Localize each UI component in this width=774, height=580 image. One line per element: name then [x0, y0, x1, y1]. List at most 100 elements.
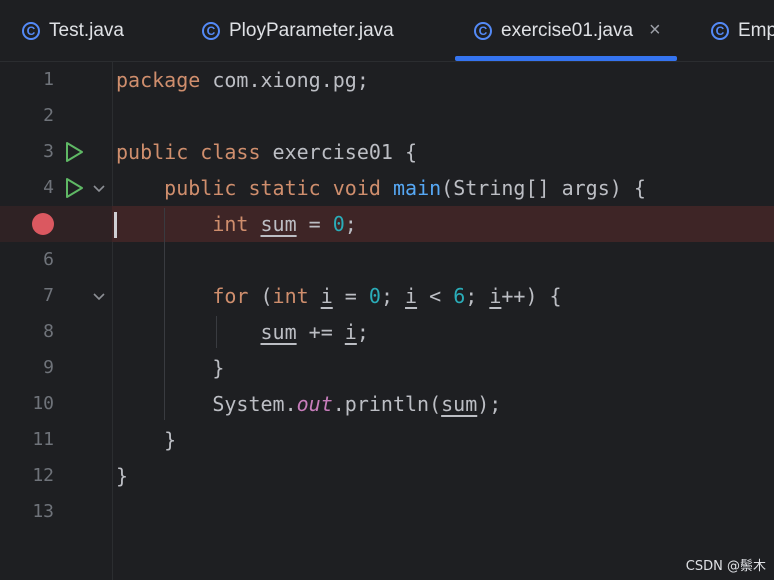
indent-guide: [164, 208, 165, 420]
line-number: 2: [43, 105, 54, 126]
code-line[interactable]: 2: [0, 98, 774, 134]
line-gutter[interactable]: 2: [0, 98, 112, 134]
fold-chevron-icon[interactable]: [92, 182, 106, 196]
variable-token: sum: [260, 212, 297, 236]
line-gutter[interactable]: 10: [0, 386, 112, 422]
line-gutter[interactable]: 7: [0, 278, 112, 314]
line-gutter[interactable]: 9: [0, 350, 112, 386]
line-gutter[interactable]: 4: [0, 170, 112, 206]
code-token: exercise01 {: [260, 140, 418, 164]
code-token: (: [248, 284, 273, 308]
variable-token: i: [489, 284, 502, 308]
method-token: main: [392, 176, 442, 200]
variable-token: sum: [441, 392, 478, 416]
keyword-token: public: [116, 140, 189, 164]
code-text: for (int i = 0; i < 6; i++) {: [116, 278, 562, 314]
static-field-token: out: [296, 392, 333, 416]
code-line[interactable]: 10 System.out.println(sum);: [0, 386, 774, 422]
line-gutter[interactable]: 12: [0, 458, 112, 494]
code-line[interactable]: 12}: [0, 458, 774, 494]
close-icon[interactable]: ×: [649, 19, 661, 42]
code-token: com.xiong.pg;: [200, 68, 369, 92]
tab-label: Emp: [738, 19, 774, 41]
variable-token: sum: [260, 320, 297, 344]
keyword-token: int: [212, 212, 249, 236]
line-gutter[interactable]: [0, 206, 112, 242]
code-text: int sum = 0;: [116, 206, 357, 242]
code-token: ;: [465, 284, 490, 308]
run-icon[interactable]: [63, 177, 85, 199]
code-token: }: [116, 464, 129, 488]
code-text: }: [116, 350, 224, 386]
code-line[interactable]: 3 public class exercise01 {: [0, 134, 774, 170]
code-token: }: [116, 428, 177, 452]
line-gutter[interactable]: 13: [0, 494, 112, 530]
line-number: 12: [32, 465, 54, 486]
code-token: (String[] args) {: [441, 176, 646, 200]
code-token: ;: [380, 284, 406, 308]
line-number: 1: [43, 69, 54, 90]
keyword-token: static: [248, 176, 321, 200]
code-line[interactable]: 8 sum += i;: [0, 314, 774, 350]
number-token: 0: [368, 284, 381, 308]
code-line[interactable]: int sum = 0;: [0, 206, 774, 242]
run-icon[interactable]: [63, 141, 85, 163]
variable-token: i: [320, 284, 333, 308]
fold-chevron-icon[interactable]: [92, 290, 106, 304]
tab-emp[interactable]: C Emp: [711, 0, 774, 61]
keyword-token: class: [200, 140, 261, 164]
code-line[interactable]: 7 for (int i = 0; i < 6; i++) {: [0, 278, 774, 314]
line-gutter[interactable]: 6: [0, 242, 112, 278]
class-icon: C: [474, 21, 492, 40]
code-text: public class exercise01 {: [116, 134, 417, 170]
line-number: 8: [43, 321, 54, 342]
tab-exercise01-java[interactable]: C exercise01.java ×: [455, 0, 677, 61]
keyword-token: package: [116, 68, 201, 92]
line-gutter[interactable]: 3: [0, 134, 112, 170]
code-line[interactable]: 1 package com.xiong.pg;: [0, 62, 774, 98]
tab-label: PloyParameter.java: [229, 19, 394, 41]
keyword-token: for: [212, 284, 249, 308]
keyword-token: void: [332, 176, 381, 200]
line-number: 4: [43, 177, 54, 198]
code-token: ++) {: [501, 284, 562, 308]
code-token: +=: [296, 320, 345, 344]
code-text: }: [116, 422, 176, 458]
number-token: 6: [453, 284, 466, 308]
line-gutter[interactable]: 8: [0, 314, 112, 350]
code-text: System.out.println(sum);: [116, 386, 501, 422]
tab-test-java[interactable]: C Test.java: [22, 0, 124, 61]
code-token: System.: [116, 392, 297, 416]
line-gutter[interactable]: 1: [0, 62, 112, 98]
watermark: CSDN @鬃木: [685, 559, 766, 574]
code-line[interactable]: 13: [0, 494, 774, 530]
code-line[interactable]: 11 }: [0, 422, 774, 458]
indent-guide: [216, 316, 217, 348]
code-token: ;: [356, 320, 369, 344]
line-number: 10: [32, 393, 54, 414]
tab-label: Test.java: [49, 19, 124, 41]
line-number: 7: [43, 285, 54, 306]
line-number: 6: [43, 249, 54, 270]
tab-ployparameter-java[interactable]: C PloyParameter.java: [202, 0, 394, 61]
line-gutter[interactable]: 11: [0, 422, 112, 458]
code-line[interactable]: 9 }: [0, 350, 774, 386]
breakpoint-icon[interactable]: [32, 213, 54, 235]
code-line[interactable]: 6: [0, 242, 774, 278]
code-token: <: [417, 284, 454, 308]
code-line[interactable]: 4 public static void main(String[] args)…: [0, 170, 774, 206]
keyword-token: public: [164, 176, 237, 200]
code-text: public static void main(String[] args) {: [116, 170, 646, 206]
code-token: =: [296, 212, 333, 236]
code-editor[interactable]: 1 package com.xiong.pg; 2 3 public class exe…: [0, 62, 774, 580]
code-token: .println(: [332, 392, 442, 416]
code-text: sum += i;: [116, 314, 369, 350]
